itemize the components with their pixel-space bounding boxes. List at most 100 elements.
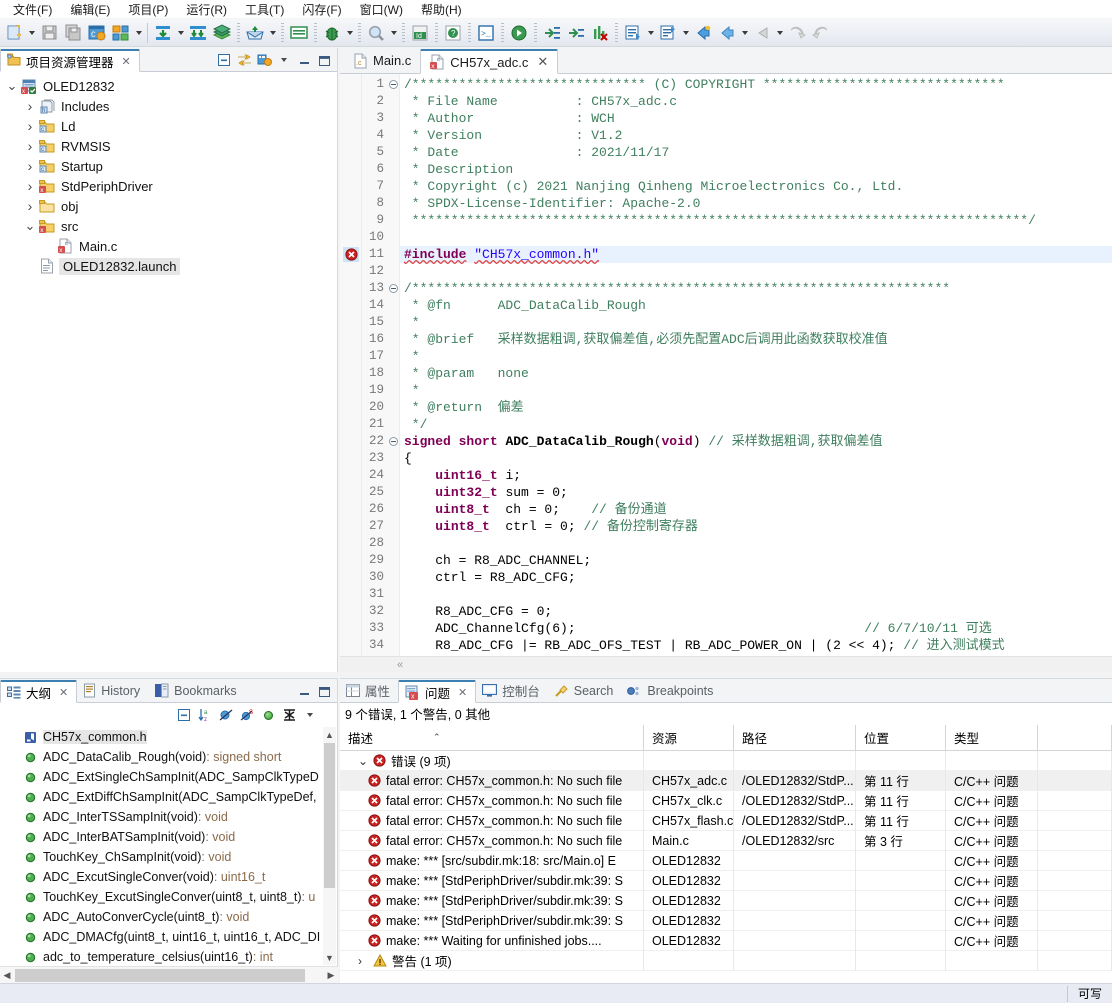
help-icon[interactable]: ? — [441, 21, 465, 45]
outline-item[interactable]: ADC_InterTSSampInit(void) : void — [0, 807, 337, 827]
tab-project-explorer[interactable]: 项目资源管理器 ✕ — [0, 49, 140, 72]
console-icon[interactable] — [287, 21, 311, 45]
outline-item[interactable]: CH57x_common.h — [0, 727, 337, 747]
tab--[interactable]: 属性 — [340, 679, 398, 702]
problems-group-cell[interactable]: ⌄ 错误 (9 项) — [340, 750, 644, 771]
tree-twisty[interactable]: › — [22, 98, 38, 114]
link-with-editor-icon[interactable] — [235, 51, 253, 69]
problems-row[interactable]: make: *** [src/subdir.mk:18: src/Main.o]… — [340, 850, 1112, 871]
editor-body[interactable]: 1 2 3 4 5 6 7 8 9 10 11 12 13 14 15 16 17 18 19 20 21 22 23 24 2… — [340, 74, 1112, 672]
scroll-right-icon[interactable]: ▶ — [324, 968, 338, 983]
outline-item[interactable]: TouchKey_ChSampInit(void) : void — [0, 847, 337, 867]
tree-item-oled12832[interactable]: ⌄ x OLED12832 — [0, 76, 337, 96]
problems-table-body[interactable]: ⌄ 错误 (9 项) fatal error: CH57x_common.h: No… — [340, 750, 1112, 971]
import-all-icon[interactable] — [186, 21, 210, 45]
tree-item-includes[interactable]: › h Includes — [0, 96, 337, 116]
fold-collapse-icon[interactable] — [389, 437, 398, 446]
scrollbar-thumb[interactable] — [15, 969, 305, 982]
editor-tab-main-c[interactable]: .c Main.c — [344, 48, 420, 73]
problems-group-row[interactable]: › 警告 (1 项) — [340, 950, 1112, 971]
undo-nav-icon[interactable] — [785, 21, 809, 45]
tree-twisty[interactable]: › — [22, 138, 38, 154]
export-dropdown-arrow[interactable] — [267, 21, 278, 45]
problems-row[interactable]: make: *** [StdPeriphDriver/subdir.mk:39:… — [340, 910, 1112, 931]
build-all-icon[interactable] — [109, 21, 133, 45]
search-icon[interactable] — [364, 21, 388, 45]
problems-column-header-0[interactable]: 描述 ⌃ — [340, 724, 644, 751]
new-file-icon[interactable] — [2, 21, 26, 45]
maximize-icon[interactable] — [315, 682, 333, 700]
tree-item-main-c[interactable]: c x Main.c — [0, 236, 337, 256]
back-icon[interactable] — [691, 21, 715, 45]
outline-item[interactable]: TouchKey_ExcutSingleConver(uint8_t, uint… — [0, 887, 337, 907]
problems-group-row[interactable]: ⌄ 错误 (9 项) — [340, 750, 1112, 771]
fold-collapse-icon[interactable] — [389, 80, 398, 89]
tree-item-obj[interactable]: › obj — [0, 196, 337, 216]
filter-dot-icon[interactable] — [259, 706, 277, 724]
tree-twisty[interactable]: › — [22, 158, 38, 174]
collapse-all-icon[interactable] — [175, 706, 193, 724]
editor-folding-ruler[interactable] — [388, 74, 400, 672]
back-history-dropdown-arrow[interactable] — [774, 21, 785, 45]
tree-item-rvmsis[interactable]: › c RVMSIS — [0, 136, 337, 156]
error-marker-icon[interactable] — [343, 247, 359, 262]
problems-row[interactable]: make: *** [StdPeriphDriver/subdir.mk:39:… — [340, 870, 1112, 891]
outline-item[interactable]: ADC_ExcutSingleConver(void) : uint16_t — [0, 867, 337, 887]
outline-item[interactable]: ADC_DataCalib_Rough(void) : signed short — [0, 747, 337, 767]
next-annotation-dropdown-arrow[interactable] — [645, 21, 656, 45]
prev-annotation-dropdown-arrow[interactable] — [680, 21, 691, 45]
new-file-dropdown-arrow[interactable] — [26, 21, 37, 45]
project-tree[interactable]: ⌄ x OLED12832 › h Includes › c Ld › c RVMSIS › c Start… — [0, 72, 337, 672]
menu-item-0[interactable]: 文件(F) — [4, 0, 61, 20]
close-icon[interactable]: ✕ — [122, 55, 131, 68]
tree-twisty[interactable]: › — [22, 198, 38, 214]
close-icon[interactable]: ✕ — [59, 686, 68, 699]
library-icon[interactable] — [210, 21, 234, 45]
tree-item-oled12832-launch[interactable]: OLED12832.launch — [0, 256, 337, 276]
problems-table-header[interactable]: 描述 ⌃ 资源 路径 位置 类型 — [340, 724, 1112, 751]
outline-vertical-scrollbar[interactable]: ▲ ▼ — [323, 727, 336, 965]
editor-marker-ruler[interactable] — [340, 74, 362, 672]
step-into-icon[interactable] — [540, 21, 564, 45]
problems-column-header-4[interactable]: 类型 — [946, 724, 1038, 751]
tab-大纲[interactable]: 大纲 ✕ — [0, 680, 78, 703]
import-icon[interactable] — [151, 21, 175, 45]
view-settings-icon[interactable] — [255, 51, 273, 69]
problems-column-header-1[interactable]: 资源 — [644, 724, 734, 751]
editor-code-area[interactable]: /****************************** (C) COPY… — [400, 74, 1112, 672]
tree-item-ld[interactable]: › c Ld — [0, 116, 337, 136]
chart-error-icon[interactable] — [588, 21, 612, 45]
outline-item[interactable]: ADC_InterBATSampInit(void) : void — [0, 827, 337, 847]
view-menu-icon[interactable] — [301, 706, 319, 724]
next-annotation-icon[interactable] — [621, 21, 645, 45]
problems-table[interactable]: 描述 ⌃ 资源 路径 位置 类型 ⌄ 错误 (9 项) fatal error: CH57x_… — [340, 724, 1112, 983]
menu-item-4[interactable]: 工具(T) — [236, 0, 293, 20]
tree-item-stdperiphdriver[interactable]: › x StdPeriphDriver — [0, 176, 337, 196]
problems-group-cell[interactable]: › 警告 (1 项) — [340, 950, 644, 971]
group-twisty[interactable]: ⌄ — [358, 754, 368, 768]
hide-static-icon[interactable]: S — [238, 706, 256, 724]
menu-item-6[interactable]: 窗口(W) — [351, 0, 412, 20]
tree-item-startup[interactable]: › c Startup — [0, 156, 337, 176]
outline-list[interactable]: CH57x_common.h ADC_DataCalib_Rough(void) … — [0, 727, 337, 965]
tab-search[interactable]: Search — [548, 679, 622, 702]
close-icon[interactable]: ✕ — [537, 54, 548, 70]
problems-row[interactable]: make: *** [StdPeriphDriver/subdir.mk:39:… — [340, 890, 1112, 911]
fold-collapse-icon[interactable] — [389, 284, 398, 293]
build-dropdown-arrow[interactable] — [133, 21, 144, 45]
collapse-all-icon[interactable] — [215, 51, 233, 69]
sort-az-icon[interactable]: az — [196, 706, 214, 724]
minimize-icon[interactable] — [295, 51, 313, 69]
scrollbar-thumb[interactable] — [324, 743, 335, 888]
problems-row[interactable]: fatal error: CH57x_common.h: No such fil… — [340, 810, 1112, 831]
problems-row[interactable]: fatal error: CH57x_common.h: No such fil… — [340, 790, 1112, 811]
tree-twisty[interactable]: › — [22, 178, 38, 194]
menu-item-1[interactable]: 编辑(E) — [61, 0, 119, 20]
debug-bug-icon[interactable] — [320, 21, 344, 45]
tree-twisty[interactable]: ⌄ — [22, 219, 38, 232]
export-icon[interactable] — [243, 21, 267, 45]
back-history-icon[interactable] — [750, 21, 774, 45]
terminal-icon[interactable]: >_ — [474, 21, 498, 45]
outline-item[interactable]: adc_to_temperature_celsius(uint16_t) : i… — [0, 947, 337, 965]
build-config-icon[interactable]: C — [85, 21, 109, 45]
